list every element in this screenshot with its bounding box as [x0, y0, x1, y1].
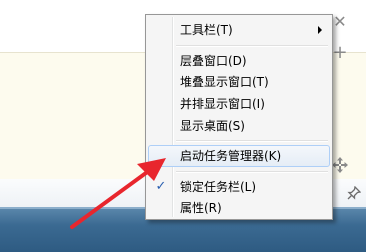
menu-item-label: 并排显示窗口(I)	[180, 97, 265, 111]
taskbar-context-menu: 工具栏(T) 层叠窗口(D) 堆叠显示窗口(T) 并排显示窗口(I) 显示桌面(…	[145, 14, 333, 220]
menu-item-toolbars[interactable]: 工具栏(T)	[148, 19, 330, 41]
menu-item-lock-taskbar[interactable]: ✓ 锁定任务栏(L)	[148, 176, 330, 198]
close-icon[interactable]: ✕	[332, 14, 348, 30]
menu-item-label: 工具栏(T)	[180, 23, 233, 37]
menu-separator	[176, 171, 328, 173]
pin-icon[interactable]	[346, 185, 362, 203]
move-icon[interactable]	[332, 157, 348, 176]
menu-separator	[176, 45, 328, 47]
submenu-arrow-icon	[318, 26, 322, 34]
plus-icon[interactable]: +	[332, 44, 348, 62]
checkmark-icon: ✓	[155, 179, 167, 194]
menu-item-label: 层叠窗口(D)	[180, 54, 247, 68]
menu-item-show-desktop[interactable]: 显示桌面(S)	[148, 115, 330, 137]
menu-item-label: 显示桌面(S)	[180, 119, 245, 133]
screenshot-root: ✕ + 工具栏(T) 层叠窗口(D) 堆叠显示窗口(T) 并排显示窗口(I) 显…	[0, 0, 366, 252]
menu-item-stack-windows[interactable]: 堆叠显示窗口(T)	[148, 71, 330, 93]
menu-item-label: 启动任务管理器(K)	[180, 149, 282, 163]
menu-separator	[176, 140, 328, 142]
menu-item-cascade-windows[interactable]: 层叠窗口(D)	[148, 50, 330, 72]
menu-item-task-manager[interactable]: 启动任务管理器(K)	[148, 145, 330, 167]
menu-item-properties[interactable]: 属性(R)	[148, 197, 330, 219]
menu-item-label: 属性(R)	[180, 201, 222, 215]
menu-item-label: 锁定任务栏(L)	[180, 180, 257, 194]
menu-item-side-by-side[interactable]: 并排显示窗口(I)	[148, 93, 330, 115]
menu-item-label: 堆叠显示窗口(T)	[180, 75, 269, 89]
